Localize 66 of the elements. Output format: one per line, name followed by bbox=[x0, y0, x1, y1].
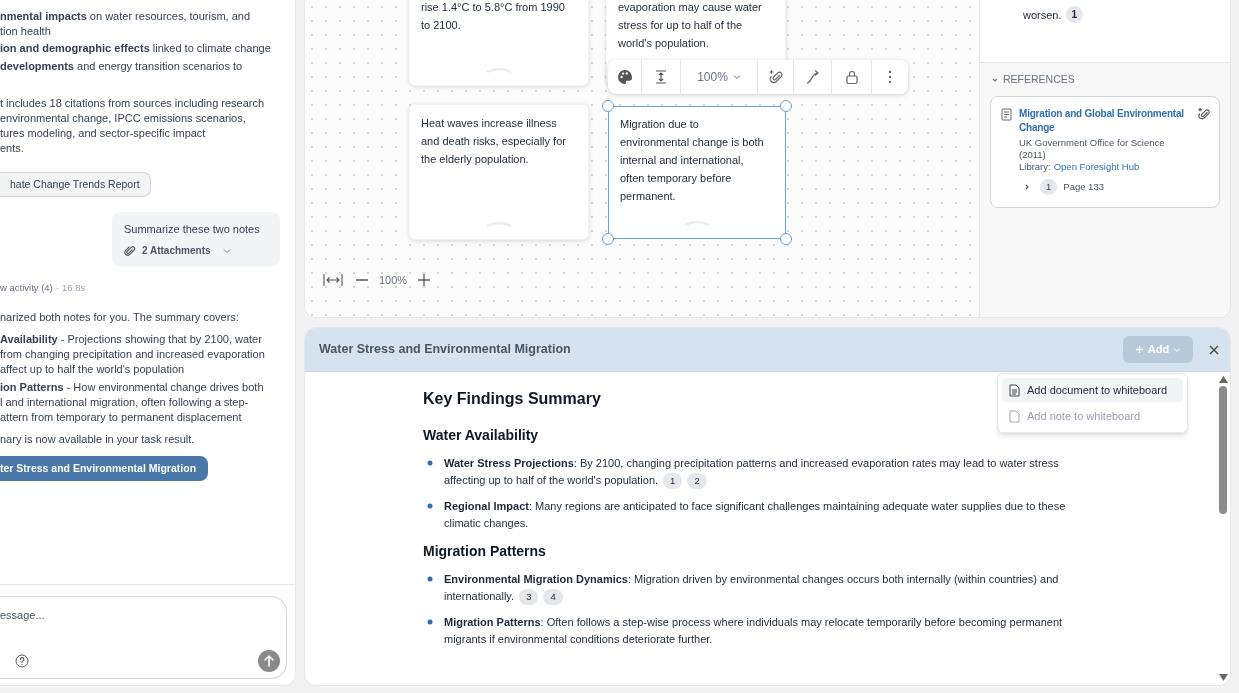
reference-title-link[interactable]: Migration and Global Environmental Change bbox=[1019, 106, 1193, 135]
resize-handle[interactable] bbox=[602, 100, 614, 112]
document-chip[interactable]: hate Change Trends Report bbox=[0, 172, 151, 197]
activity-toggle[interactable]: w activity (4) bbox=[0, 280, 53, 295]
fit-width-icon[interactable] bbox=[323, 273, 343, 288]
list-item-text: Regional Impact: Many regions are anticipated to face significant challenges maintaining adequate water supplies due to these climatic changes. bbox=[444, 499, 1067, 532]
document-icon bbox=[1009, 383, 1020, 397]
list-item-text: Environmental Migration Dynamics: Migration driven by environmental changes occurs both internally (within countries) and internationally. 3 4 bbox=[444, 571, 1086, 606]
message-input[interactable]: essage... bbox=[0, 607, 200, 624]
sticky-note[interactable]: Migration due to environmental change is both internal and international, often temporary before permanent. bbox=[608, 106, 786, 239]
scrollbar-thumb[interactable] bbox=[1219, 386, 1227, 514]
document-icon bbox=[1001, 107, 1012, 121]
sticky-note[interactable]: rise 1.4°C to 5.8°C from 1990 to 2100. bbox=[409, 0, 589, 86]
attachments-toggle[interactable]: 2 Attachments bbox=[124, 243, 233, 258]
citation-badge[interactable]: 1 bbox=[1040, 178, 1058, 195]
paperclip-icon bbox=[124, 244, 136, 257]
bullet-icon bbox=[427, 576, 433, 583]
list-item-text: ion and demographic effects linked to climate change bbox=[0, 41, 272, 56]
list-item-text: ion Patterns - How environmental change drives both l and international migration, often following a step- attern from temporary to permanent displacement bbox=[0, 380, 265, 425]
list-item-text: Migration Patterns: Often follows a step-wise process where individuals may relocate temporarily before becoming permanent migrants if environmental conditions deteriorate further. bbox=[444, 615, 1064, 648]
citation-badge[interactable]: 3 bbox=[519, 589, 539, 606]
send-button[interactable] bbox=[258, 650, 280, 672]
citation-badge[interactable]: 2 bbox=[687, 473, 707, 490]
chevron-right-icon[interactable] bbox=[1023, 182, 1031, 191]
chevron-icon bbox=[732, 74, 741, 80]
message-text: narized both notes for you. The summary covers: bbox=[0, 310, 240, 325]
resize-handle[interactable] bbox=[602, 233, 614, 245]
document-button[interactable]: ter Stress and Environmental Migration bbox=[0, 456, 209, 481]
message-text: t includes 18 citations from sources including research environmental change, IPCC emissions scenarios, tures modeling, and sector-specific impact ents. bbox=[0, 96, 266, 156]
resize-handle[interactable] bbox=[780, 233, 792, 245]
section-heading: Migration Patterns bbox=[423, 542, 546, 562]
scroll-down-icon[interactable] bbox=[1218, 674, 1228, 681]
resize-handle[interactable] bbox=[780, 100, 792, 112]
document-heading: Key Findings Summary bbox=[423, 389, 601, 409]
message-text: Summarize these two notes bbox=[124, 222, 261, 237]
separator-dot: · bbox=[55, 281, 59, 295]
citation-badge[interactable]: 1 bbox=[663, 473, 683, 490]
list-item-text: Water Stress Projections: By 2100, changing precipitation patterns and increased evaporation rates may lead to water stress affecting up to half of the world's population. 1 2 bbox=[444, 455, 1086, 490]
document-title: Water Stress and Environmental Migration bbox=[319, 341, 572, 359]
page-icon bbox=[1009, 409, 1020, 423]
list-item-text: developments and energy transition scenarios to bbox=[0, 59, 244, 74]
message-text: nary is now available in your task result. bbox=[0, 432, 196, 447]
reference-source: UK Government Office for Science (2011) bbox=[1019, 136, 1166, 161]
section-heading: Water Availability bbox=[423, 426, 539, 445]
page-number: Page 133 bbox=[1063, 180, 1104, 193]
zoom-dropdown[interactable]: 100% bbox=[681, 60, 758, 94]
library-link[interactable]: Open Foresight Hub bbox=[1053, 160, 1140, 173]
zoom-in-icon[interactable] bbox=[417, 273, 432, 288]
bullet-icon bbox=[427, 619, 433, 626]
bullet-icon bbox=[427, 503, 433, 510]
bullet-icon bbox=[427, 460, 433, 466]
close-icon[interactable] bbox=[1208, 343, 1220, 356]
chevron-icon bbox=[1173, 346, 1182, 353]
citation-badge[interactable]: 4 bbox=[543, 589, 563, 606]
zoom-level: 100% bbox=[379, 273, 408, 288]
note-text: worsen. bbox=[1023, 8, 1062, 23]
scroll-up-icon[interactable] bbox=[1218, 376, 1228, 383]
menu-item[interactable]: Add document to whiteboard bbox=[1002, 378, 1183, 402]
citation-badge[interactable]: 1 bbox=[1065, 6, 1084, 23]
sticky-note[interactable]: Heat waves increase illness and death risks, especially for the elderly population. bbox=[409, 104, 589, 240]
duration-text: 16.8s bbox=[61, 281, 86, 295]
paperclip-plus-icon[interactable] bbox=[1197, 106, 1211, 121]
library-label: Library: bbox=[1019, 160, 1051, 173]
help-icon[interactable] bbox=[15, 654, 29, 668]
section-title[interactable]: REFERENCES bbox=[1003, 72, 1075, 88]
plus-icon bbox=[1134, 345, 1144, 354]
